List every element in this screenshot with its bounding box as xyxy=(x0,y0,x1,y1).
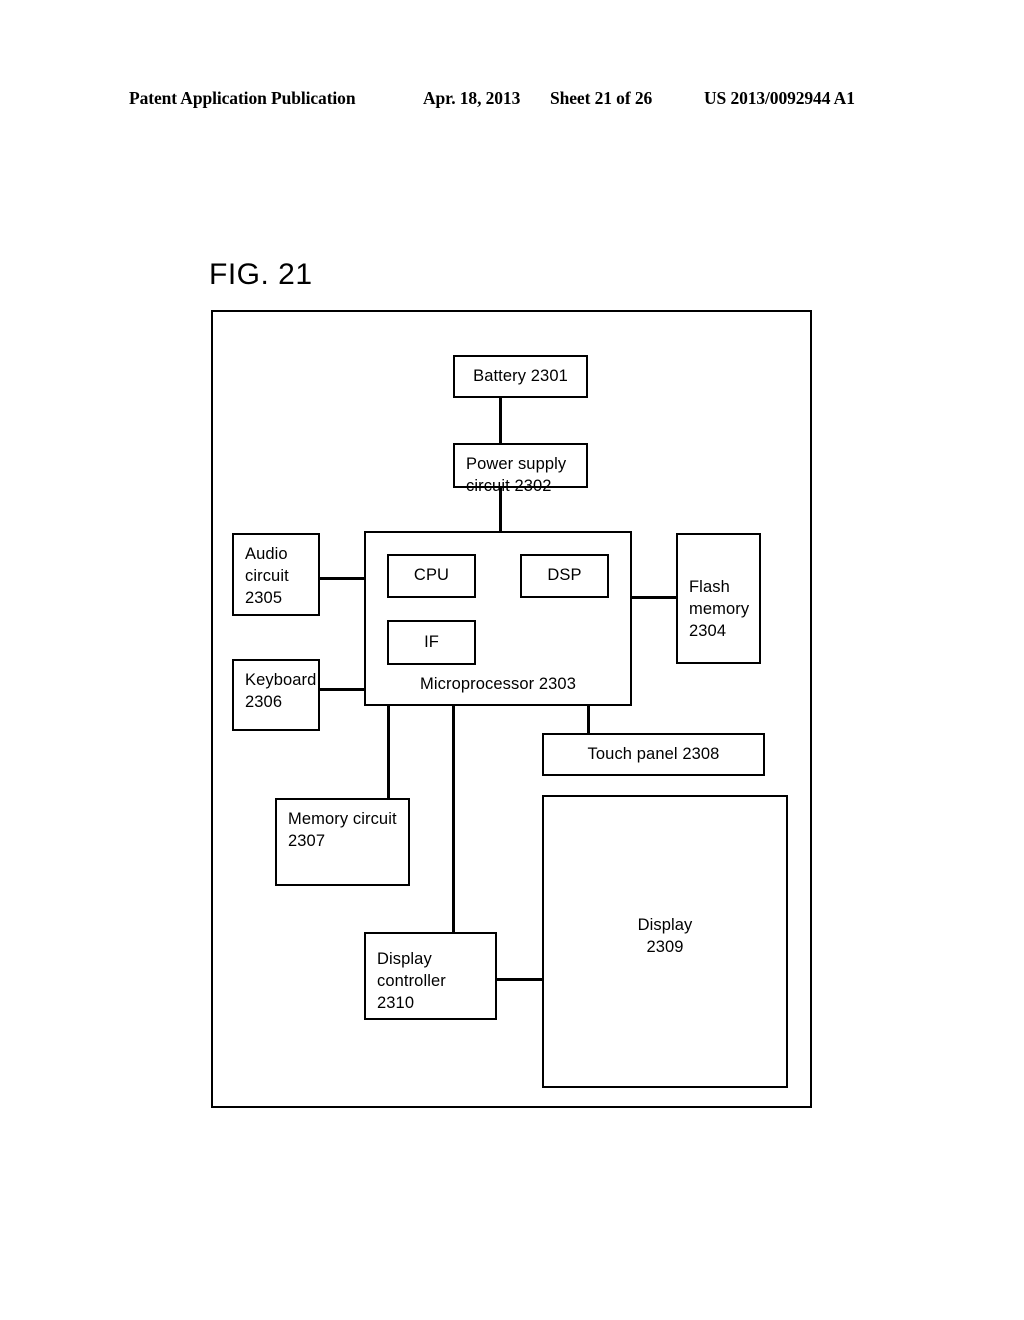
node-flash-memory[interactable]: Flash memory 2304 xyxy=(676,533,761,664)
node-display-controller[interactable]: Display controller 2310 xyxy=(364,932,497,1020)
connector-display-controller-to-display xyxy=(495,978,544,981)
node-battery[interactable]: Battery 2301 xyxy=(453,355,588,398)
connector-microprocessor-to-memory-circuit xyxy=(387,704,390,800)
node-display[interactable]: Display 2309 xyxy=(542,795,788,1088)
node-audio-circuit[interactable]: Audio circuit 2305 xyxy=(232,533,320,616)
node-dsp[interactable]: DSP xyxy=(520,554,609,598)
node-touch-panel[interactable]: Touch panel 2308 xyxy=(542,733,765,776)
connector-battery-to-power-supply xyxy=(499,396,502,444)
connector-keyboard-to-microprocessor xyxy=(320,688,366,691)
connector-audio-circuit-to-microprocessor xyxy=(320,577,366,580)
node-memory-circuit[interactable]: Memory circuit 2307 xyxy=(275,798,410,886)
node-power-supply-circuit[interactable]: Power supply circuit 2302 xyxy=(453,443,588,495)
node-if[interactable]: IF xyxy=(387,620,476,665)
node-keyboard[interactable]: Keyboard 2306 xyxy=(232,659,320,731)
connector-microprocessor-to-display-controller xyxy=(452,704,455,932)
block-diagram: Battery 2301 Power supply circuit 2302 A… xyxy=(0,0,1024,1320)
connector-microprocessor-to-touch-panel xyxy=(587,704,590,734)
connector-microprocessor-to-flash-memory xyxy=(630,596,676,599)
node-cpu[interactable]: CPU xyxy=(387,554,476,598)
